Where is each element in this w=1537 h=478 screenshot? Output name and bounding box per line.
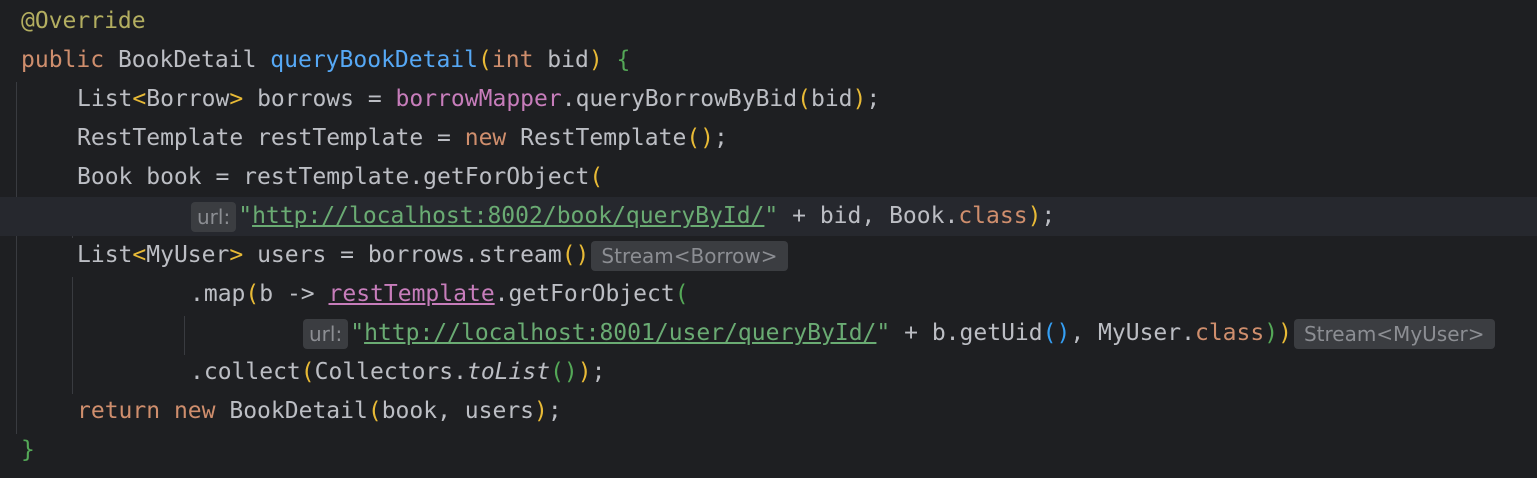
to-list-call: toList bbox=[466, 359, 551, 385]
code-line-8[interactable]: .map(b -> restTemplate.getForObject( bbox=[0, 275, 1537, 314]
code-editor[interactable]: @Override public BookDetail queryBookDet… bbox=[0, 0, 1537, 478]
map-call: .map bbox=[190, 281, 246, 307]
code-line-10[interactable]: .collect(Collectors.toList()); bbox=[0, 353, 1537, 392]
keyword-new: new bbox=[464, 125, 507, 151]
book-detail-ctor: BookDetail bbox=[229, 398, 368, 424]
book-args: + bid, Book. bbox=[792, 203, 959, 229]
users-decl: users = borrows.stream bbox=[257, 242, 562, 268]
keyword-class: class bbox=[958, 203, 1028, 229]
rest-template-decl: RestTemplate restTemplate = bbox=[77, 125, 451, 151]
keyword-int: int bbox=[491, 47, 534, 73]
keyword-public: public bbox=[21, 47, 105, 73]
code-line-4[interactable]: RestTemplate restTemplate = new RestTemp… bbox=[0, 119, 1537, 158]
user-url-link[interactable]: http://localhost:8001/user/queryById/ bbox=[364, 320, 876, 346]
borrows-decl: borrows = bbox=[257, 86, 382, 112]
get-for-object-call: .getForObject bbox=[494, 281, 675, 307]
rest-template-field: restTemplate bbox=[328, 281, 495, 307]
keyword-return: return bbox=[77, 398, 161, 424]
collect-call: .collect bbox=[190, 359, 301, 385]
list-type: List bbox=[77, 242, 133, 268]
code-line-6[interactable]: url: "http://localhost:8002/book/queryByI… bbox=[0, 197, 1537, 236]
lambda-arrow: b -> bbox=[259, 281, 315, 307]
borrow-type: Borrow bbox=[146, 86, 230, 112]
borrow-mapper-field: borrowMapper bbox=[395, 86, 562, 112]
query-borrow-call: .queryBorrowByBid bbox=[561, 86, 798, 112]
ctor-args: book, users bbox=[381, 398, 535, 424]
param-bid: bid bbox=[547, 47, 589, 73]
keyword-class: class bbox=[1194, 320, 1265, 346]
collectors-class: Collectors. bbox=[314, 359, 467, 385]
code-line-9[interactable]: url: "http://localhost:8001/user/queryByI… bbox=[0, 314, 1537, 353]
code-line-3[interactable]: List<Borrow> borrows = borrowMapper.quer… bbox=[0, 80, 1537, 119]
book-decl: Book book = restTemplate.getForObject bbox=[77, 164, 590, 190]
annotation-override: @Override bbox=[21, 8, 146, 34]
book-url-link[interactable]: http://localhost:8002/book/queryById/ bbox=[252, 203, 764, 229]
keyword-new: new bbox=[173, 398, 216, 424]
code-line-11[interactable]: return new BookDetail(book, users); bbox=[0, 392, 1537, 431]
param-hint-url: url: bbox=[191, 201, 237, 232]
myuser-class-ref: MyUser. bbox=[1098, 320, 1195, 346]
user-args: + b.getUid bbox=[904, 320, 1043, 346]
param-hint-url: url: bbox=[303, 318, 349, 349]
type-hint-stream-borrow: Stream<Borrow> bbox=[591, 240, 788, 271]
rest-template-ctor: RestTemplate bbox=[520, 125, 687, 151]
code-line-12[interactable]: } bbox=[0, 431, 1537, 470]
code-line-1[interactable]: @Override bbox=[0, 2, 1537, 41]
code-line-7[interactable]: List<MyUser> users = borrows.stream() Str… bbox=[0, 236, 1537, 275]
arg-bid: bid bbox=[810, 86, 853, 112]
return-type: BookDetail bbox=[117, 47, 257, 73]
list-type: List bbox=[77, 86, 133, 112]
type-hint-stream-myuser: Stream<MyUser> bbox=[1293, 318, 1495, 349]
myuser-type: MyUser bbox=[146, 242, 230, 268]
closing-brace: } bbox=[21, 437, 35, 463]
code-line-2[interactable]: public BookDetail queryBookDetail(int bi… bbox=[0, 41, 1537, 80]
method-name: queryBookDetail bbox=[270, 47, 479, 73]
code-line-5[interactable]: Book book = restTemplate.getForObject( bbox=[0, 158, 1537, 197]
